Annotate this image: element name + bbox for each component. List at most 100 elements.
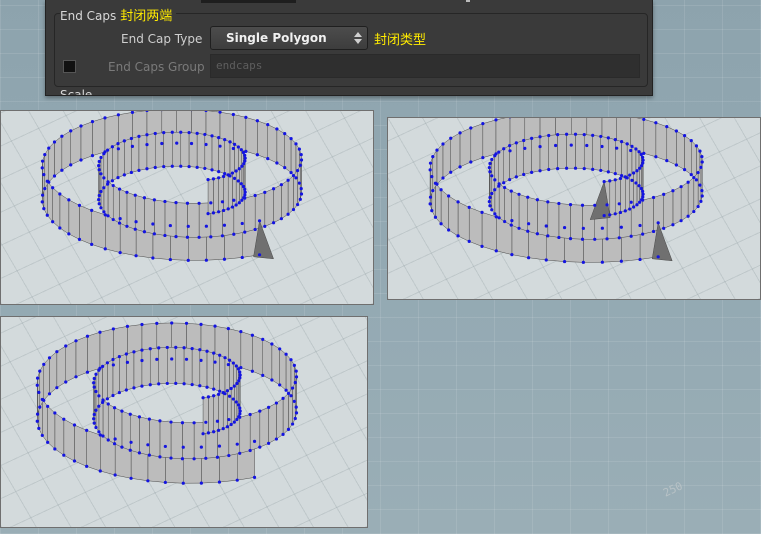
ribbon-face [547,201,560,238]
ribbon-face [582,204,595,240]
ribbon-point [635,203,639,207]
ribbon-point [46,404,50,408]
ribbon-point [686,214,690,218]
ribbon-point [628,207,632,211]
ribbon-face [223,174,229,211]
ribbon-face [126,351,135,391]
ribbon-point [490,191,494,196]
ribbon-face [257,120,269,160]
ribbon-point [502,147,506,151]
viewport-no-caps[interactable] [0,316,368,528]
ribbon-point [140,384,144,388]
ribbon-point [90,208,94,212]
ribbon-point [292,363,296,367]
ribbon-point [225,425,230,429]
ribbon-point [46,440,50,444]
ribbon-point [556,133,560,137]
ribbon-face [615,139,622,176]
ribbon-point [605,237,609,241]
ribbon-point [433,215,438,219]
ribbon-point [213,360,217,364]
ribbon-face [124,138,132,176]
ribbon-face [154,199,166,236]
ribbon-point [72,459,77,463]
ribbon-face [457,201,470,242]
ribbon-face [213,394,219,433]
ribbon-point [544,258,548,262]
ribbon-point [162,131,166,135]
ribbon-face [642,197,654,235]
ribbon-point [199,322,203,326]
ribbon-point [97,159,101,164]
ribbon-point [97,404,101,408]
ribbon-point [641,192,645,196]
ribbon-face [481,212,497,252]
ribbon-point [35,376,40,380]
ribbon-point [201,432,205,436]
ribbon-point [270,342,274,346]
ribbon-point [692,175,696,180]
ribbon-point [243,153,247,157]
ribbon-point [299,192,304,196]
ribbon-point [97,394,101,398]
ribbon-point [613,212,617,216]
ribbon-point [490,157,494,162]
ribbon-point [641,189,645,193]
ribbon-point [441,176,445,180]
ribbon-point [638,200,642,204]
ribbon-face [570,204,583,240]
ribbon-point [235,417,239,422]
ribbon-point [665,125,669,129]
ribbon-point [40,193,45,197]
ribbon-point [197,201,201,205]
ribbon-face [126,191,136,230]
ribbon-face [134,194,145,233]
ribbon-point [184,321,189,325]
ribbon-point [238,406,242,410]
end-cap-type-select[interactable]: Single Polygon [210,26,368,50]
ribbon-face [149,347,159,386]
ribbon-face [206,350,214,390]
ribbon-point [637,150,641,154]
ribbon-point [116,113,120,117]
ribbon-point [67,232,71,236]
ribbon-point [187,164,191,169]
ribbon-point [230,171,235,175]
ribbon-face [163,131,173,167]
ribbon-point [218,144,222,148]
ribbon-point [199,445,203,449]
ribbon-point [94,372,98,376]
ribbon-point [682,134,687,138]
ribbon-face [531,136,541,173]
ribbon-point [77,203,82,208]
ribbon-point [45,213,49,217]
ribbon-face [614,178,621,215]
ribbon-point [662,192,666,196]
ribbon-point [236,145,240,149]
ribbon-point [226,362,230,367]
ribbon-point [239,182,243,186]
viewport-one-cap[interactable] [0,110,374,305]
spiral-ribbon-render [40,111,304,262]
ribbon-point [635,169,639,173]
ribbon-point [64,380,68,384]
ribbon-face [182,422,195,460]
ribbon-point [55,350,59,354]
ribbon-point [101,434,105,438]
ribbon-point [174,200,178,205]
ribbon-point [252,439,257,443]
viewport-both-caps[interactable] [387,117,761,300]
ribbon-point [230,205,235,209]
ribbon-point [92,421,96,425]
ribbon-point [152,232,156,236]
ribbon-point [111,327,115,331]
ribbon-point [620,140,624,144]
end-caps-group-field[interactable]: endcaps [210,54,640,78]
ribbon-point [600,144,604,149]
ribbon-point [699,199,703,203]
end-caps-group-checkbox[interactable] [63,60,76,73]
ribbon-point [151,222,155,226]
ribbon-point [639,164,644,168]
ribbon-point [105,397,109,401]
ribbon-point [118,217,122,221]
